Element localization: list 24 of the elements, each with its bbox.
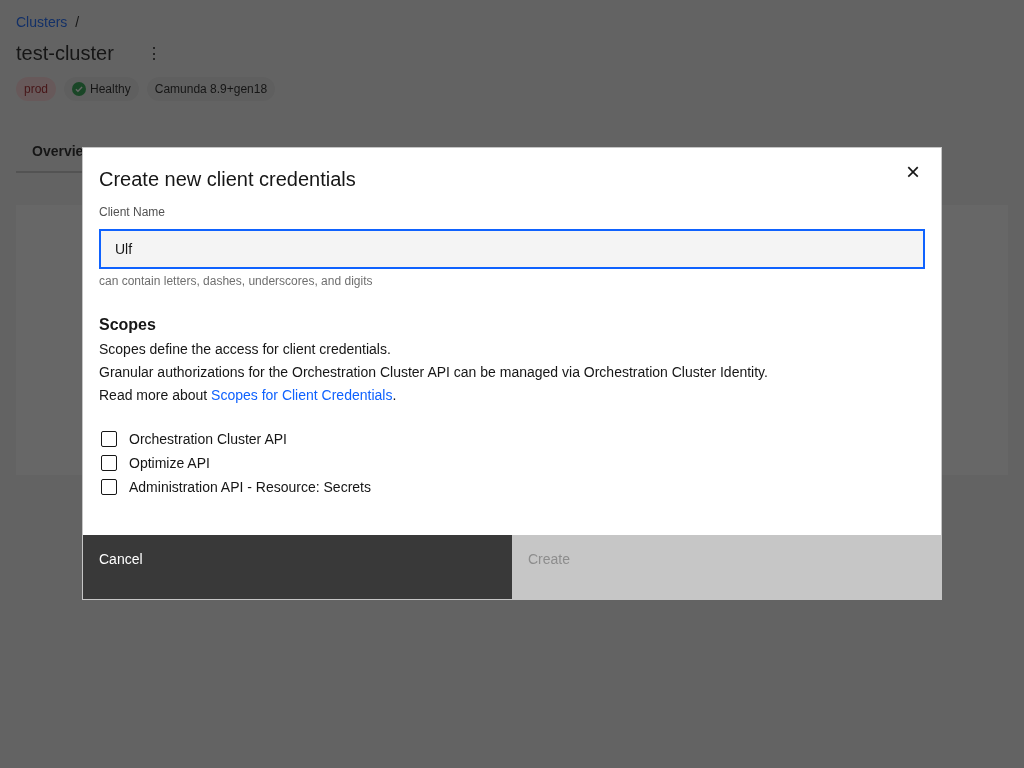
cancel-button[interactable]: Cancel — [83, 535, 512, 599]
tag: Healthy — [64, 77, 139, 101]
dialog-title: Create new client credentials — [99, 168, 356, 191]
checkbox[interactable] — [101, 455, 117, 471]
cluster-title: test-cluster — [16, 42, 114, 65]
description-text: Granular authorizations for the Orchestration Cluster API can be managed via Orchestration Cluster Identity. — [99, 363, 769, 382]
checkbox-label: Optimize API — [129, 455, 210, 471]
section-heading: Scopes — [99, 316, 157, 334]
input-field[interactable]: Ulf — [99, 229, 925, 269]
checkbox[interactable] — [101, 431, 117, 447]
tab[interactable]: Overvie — [16, 131, 82, 171]
checkbox-label: Administration API - Resource: Secrets — [129, 479, 371, 495]
breadcrumb-separator: / — [75, 14, 80, 30]
close-button[interactable]: × — [901, 160, 925, 184]
field-label: Client Name — [99, 205, 167, 219]
description-text: Read more about Scopes for Client Credentials. — [99, 386, 398, 405]
checkbox-label: Orchestration Cluster API — [129, 431, 287, 447]
tag: Camunda 8.9+gen18 — [146, 77, 276, 101]
description-text: Scopes define the access for client credentials. — [99, 340, 392, 359]
check-circle-icon — [72, 82, 87, 96]
overflow-menu-button[interactable]: ⋮ — [141, 44, 166, 63]
helper-text: can contain letters, dashes, underscores, and digits — [99, 274, 374, 288]
tag: prod — [16, 77, 57, 101]
checkbox[interactable] — [101, 479, 117, 495]
